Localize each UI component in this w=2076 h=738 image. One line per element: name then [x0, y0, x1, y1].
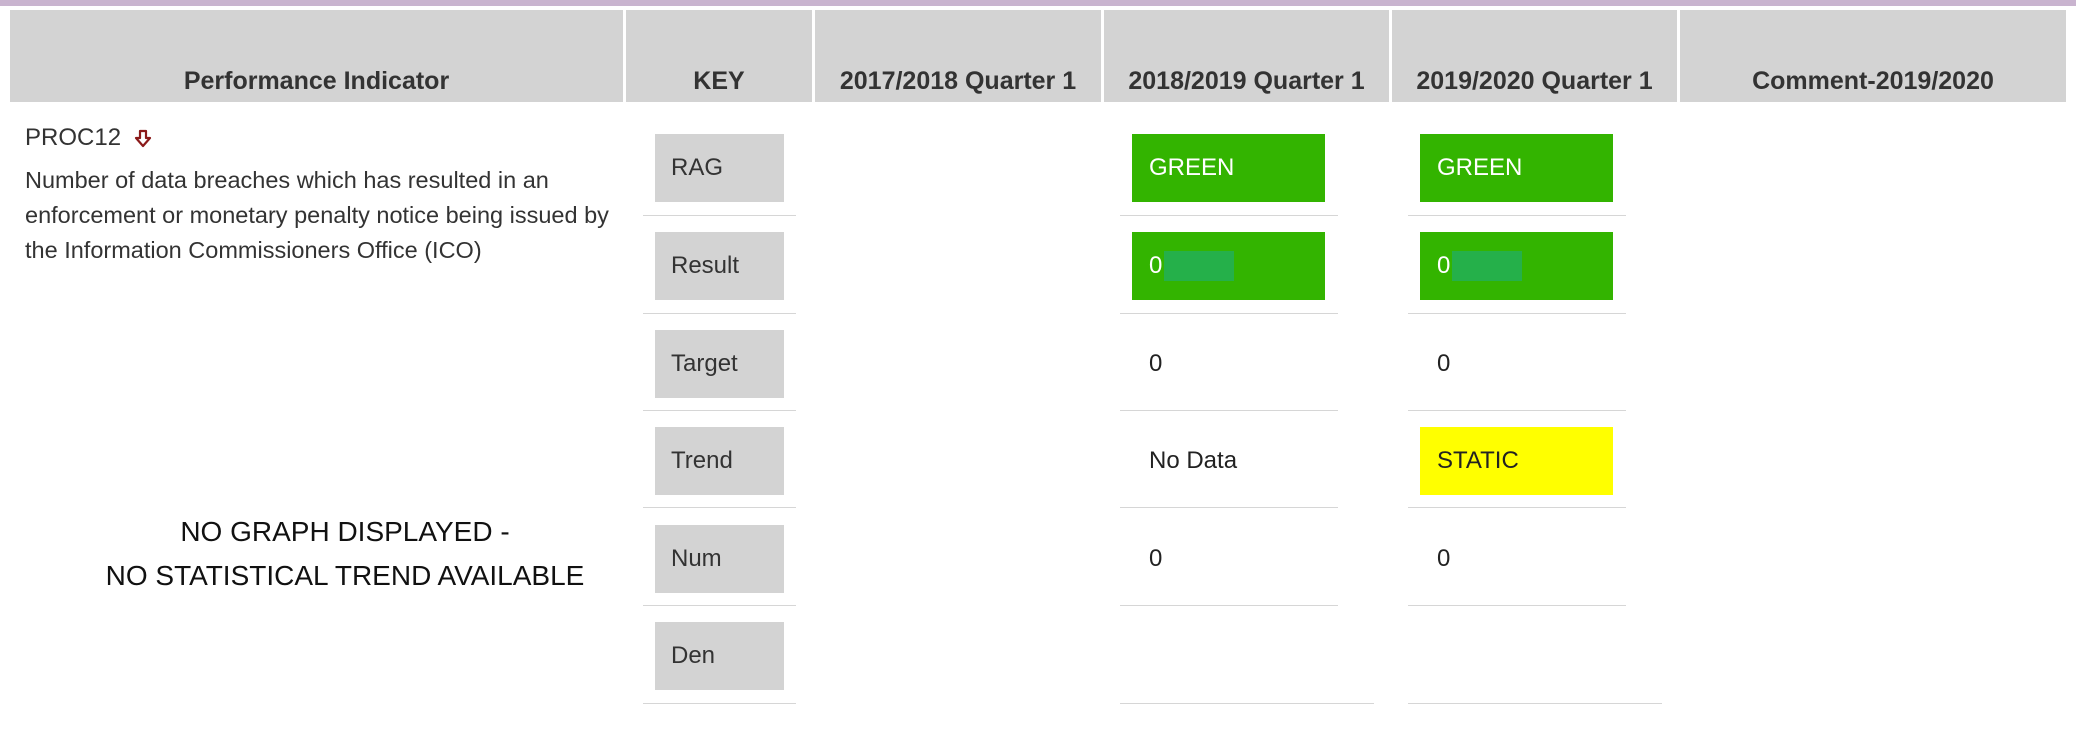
q2019-rag: GREEN: [1420, 134, 1613, 202]
row-divider: [1408, 410, 1626, 411]
indicator-code-text: PROC12: [25, 124, 122, 151]
arrow-down-icon: [133, 128, 153, 148]
indicator-code: PROC12: [25, 124, 153, 152]
q2018-result: 0: [1132, 232, 1325, 300]
row-divider: [1408, 703, 1662, 704]
q2019-target-value: 0: [1437, 350, 1451, 377]
no-graph-message: NO GRAPH DISPLAYED - NO STATISTICAL TREN…: [70, 510, 620, 598]
row-divider: [1408, 605, 1626, 606]
result-highlight: [1452, 251, 1523, 281]
q2018-trend: No Data: [1149, 447, 1238, 474]
q2019-target: 0: [1420, 330, 1613, 398]
no-graph-line-1: NO GRAPH DISPLAYED -: [180, 516, 510, 547]
row-divider: [1120, 507, 1338, 508]
key-result: Result: [655, 232, 784, 300]
row-divider: [643, 410, 796, 411]
key-rag: RAG: [655, 134, 784, 202]
header-label: 2018/2019 Quarter 1: [1128, 67, 1365, 95]
q2018-num: 0: [1149, 545, 1163, 572]
header-key: KEY: [626, 10, 812, 102]
row-divider: [1408, 215, 1626, 216]
indicator-description: Number of data breaches which has result…: [25, 167, 609, 263]
q2019-result-value: 0: [1437, 252, 1451, 279]
q2018-result-value: 0: [1149, 252, 1163, 279]
header-label: Comment-2019/2020: [1752, 67, 1994, 95]
header-performance-indicator: Performance Indicator: [10, 10, 623, 102]
q2018-rag: GREEN: [1132, 134, 1325, 202]
row-divider: [643, 215, 796, 216]
header-2019-q1: 2019/2020 Quarter 1: [1392, 10, 1677, 102]
q2019-result: 0: [1420, 232, 1613, 300]
q2019-den: [1420, 622, 1613, 690]
header-comment: Comment-2019/2020: [1680, 10, 2066, 102]
row-divider: [1120, 410, 1338, 411]
row-divider: [1408, 507, 1626, 508]
header-label: 2017/2018 Quarter 1: [839, 67, 1077, 95]
header-label: KEY: [693, 67, 745, 95]
row-divider: [1408, 313, 1626, 314]
header-2018-q1: 2018/2019 Quarter 1: [1104, 10, 1389, 102]
row-divider: [1120, 215, 1338, 216]
q2018-den: [1132, 622, 1325, 690]
q2019-trend: STATIC: [1420, 427, 1613, 495]
row-divider: [643, 605, 796, 606]
q2018-target: 0: [1149, 350, 1163, 377]
result-highlight: [1164, 251, 1235, 281]
key-trend: Trend: [655, 427, 784, 495]
q2019-num: 0: [1437, 545, 1451, 572]
row-divider: [1120, 605, 1338, 606]
header-label: 2019/2020 Quarter 1: [1416, 67, 1653, 95]
top-accent-bar: [0, 0, 2076, 6]
key-num: Num: [655, 525, 784, 593]
header-label: Performance Indicator: [183, 67, 450, 95]
no-graph-line-2: NO STATISTICAL TREND AVAILABLE: [105, 560, 585, 591]
header-2017-q1: 2017/2018 Quarter 1: [815, 10, 1101, 102]
row-divider: [643, 703, 796, 704]
key-den: Den: [655, 622, 784, 690]
row-divider: [643, 313, 796, 314]
row-divider: [643, 507, 796, 508]
row-divider: [1120, 703, 1374, 704]
row-divider: [1120, 313, 1338, 314]
key-target: Target: [655, 330, 784, 398]
